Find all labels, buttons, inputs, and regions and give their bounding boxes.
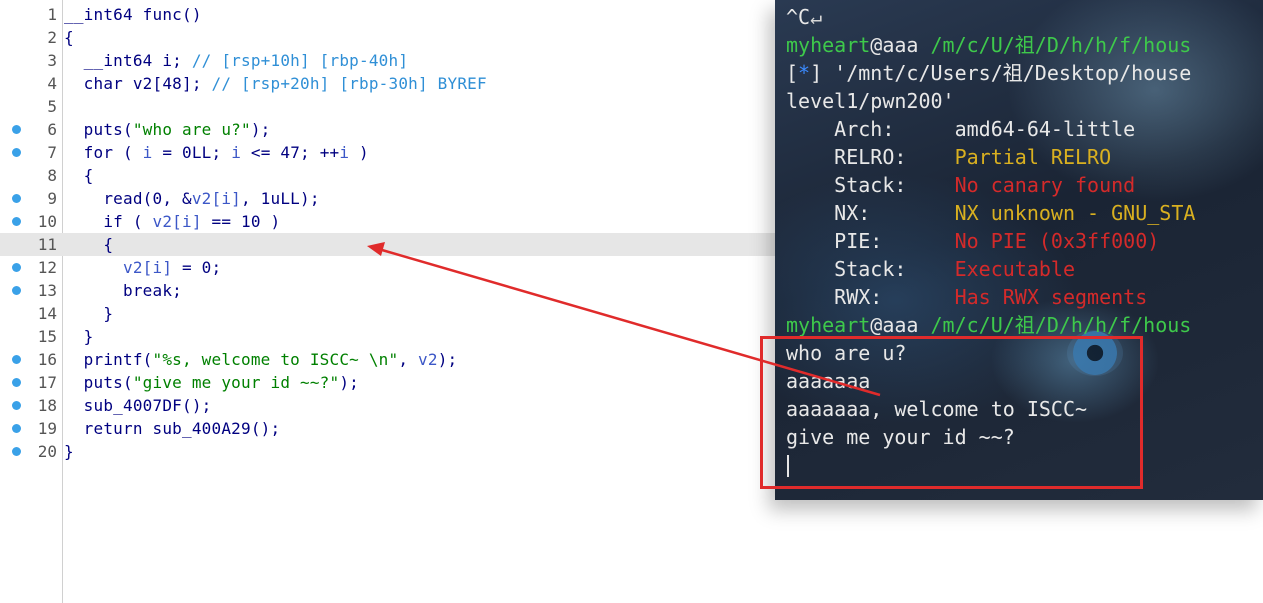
code-text: { (64, 28, 74, 47)
code-line[interactable]: 13 break; (0, 279, 776, 302)
breakpoint-dot-icon[interactable] (12, 355, 21, 364)
code-text: { (83, 166, 94, 185)
code-text: __int64 func() (64, 5, 202, 24)
line-number: 17 (37, 373, 57, 392)
code-text: puts("give me your id ~~?"); (83, 373, 360, 392)
breakpoint-dot-icon[interactable] (12, 424, 21, 433)
code-text: printf("%s, welcome to ISCC~ \n", v2); (83, 350, 458, 369)
code-line[interactable]: 16 printf("%s, welcome to ISCC~ \n", v2)… (0, 348, 776, 371)
line-number: 15 (37, 327, 57, 346)
line-number: 19 (37, 419, 57, 438)
terminal-line: Stack: Executable (786, 257, 1075, 281)
code-line[interactable]: 3 __int64 i; // [rsp+10h] [rbp-40h] (0, 49, 776, 72)
terminal-line: ^C↵ (786, 5, 823, 29)
line-number: 14 (37, 304, 57, 323)
code-line[interactable]: 15 } (0, 325, 776, 348)
code-line[interactable]: 19 return sub_400A29(); (0, 417, 776, 440)
terminal-line: PIE: No PIE (0x3ff000) (786, 229, 1160, 253)
line-number: 7 (47, 143, 57, 162)
code-text: v2[i] = 0; (123, 258, 222, 277)
breakpoint-dot-icon[interactable] (12, 447, 21, 456)
breakpoint-dot-icon[interactable] (12, 401, 21, 410)
line-number: 1 (47, 5, 57, 24)
breakpoint-dot-icon[interactable] (12, 125, 21, 134)
terminal-line: myheart@aaa /m/c/U/祖/D/h/h/f/hous (786, 313, 1192, 337)
line-number: 3 (47, 51, 57, 70)
code-line[interactable]: 20} (0, 440, 776, 463)
code-text: if ( v2[i] == 10 ) (103, 212, 281, 231)
terminal-line: RELRO: Partial RELRO (786, 145, 1112, 169)
code-text: break; (123, 281, 182, 300)
code-line[interactable]: 17 puts("give me your id ~~?"); (0, 371, 776, 394)
code-line[interactable]: 1 __int64 func() (0, 3, 776, 26)
breakpoint-dot-icon[interactable] (12, 378, 21, 387)
code-line[interactable]: 18 sub_4007DF(); (0, 394, 776, 417)
line-number: 9 (47, 189, 57, 208)
breakpoint-dot-icon[interactable] (12, 194, 21, 203)
breakpoint-dot-icon[interactable] (12, 148, 21, 157)
code-text: return sub_400A29(); (83, 419, 281, 438)
code-line[interactable]: 11 { (0, 233, 776, 256)
code-text: __int64 i; // [rsp+10h] [rbp-40h] (83, 51, 409, 70)
line-number: 6 (47, 120, 57, 139)
line-number: 16 (37, 350, 57, 369)
line-number: 8 (47, 166, 57, 185)
code-text: puts("who are u?"); (83, 120, 271, 139)
terminal-line: NX: NX unknown - GNU_STA (786, 201, 1196, 225)
line-number: 5 (47, 97, 57, 116)
code-text: sub_4007DF(); (83, 396, 212, 415)
code-text: { (103, 235, 114, 254)
terminal-line: Arch: amd64-64-little (786, 117, 1136, 141)
code-line[interactable]: 4 char v2[48]; // [rsp+20h] [rbp-30h] BY… (0, 72, 776, 95)
terminal-line: level1/pwn200' (786, 89, 955, 113)
annotation-box (760, 336, 1143, 489)
breakpoint-dot-icon[interactable] (12, 217, 21, 226)
code-line[interactable]: 8 { (0, 164, 776, 187)
breakpoint-dot-icon[interactable] (12, 286, 21, 295)
code-text: } (64, 442, 74, 461)
line-number: 12 (37, 258, 57, 277)
code-text: } (83, 327, 94, 346)
code-text: char v2[48]; // [rsp+20h] [rbp-30h] BYRE… (83, 74, 487, 93)
line-number: 2 (47, 28, 57, 47)
code-line[interactable]: 14 } (0, 302, 776, 325)
line-number: 13 (37, 281, 57, 300)
line-number: 10 (37, 212, 57, 231)
breakpoint-dot-icon[interactable] (12, 263, 21, 272)
code-line[interactable]: 10 if ( v2[i] == 10 ) (0, 210, 776, 233)
code-line[interactable]: 2{ (0, 26, 776, 49)
code-text: for ( i = 0LL; i <= 47; ++i ) (83, 143, 369, 162)
code-text: read(0, &v2[i], 1uLL); (103, 189, 320, 208)
line-number: 11 (37, 235, 57, 254)
terminal-line: Stack: No canary found (786, 173, 1136, 197)
line-number: 20 (37, 442, 57, 461)
code-text: } (103, 304, 114, 323)
line-number: 18 (37, 396, 57, 415)
code-line[interactable]: 9 read(0, &v2[i], 1uLL); (0, 187, 776, 210)
pseudocode-panel: 1 __int64 func() 2{3 __int64 i; // [rsp+10… (0, 0, 776, 603)
code-line[interactable]: 12 v2[i] = 0; (0, 256, 776, 279)
code-line[interactable]: 5 (0, 95, 776, 118)
terminal-line: [*] '/mnt/c/Users/祖/Desktop/house (786, 61, 1192, 85)
code-line[interactable]: 7 for ( i = 0LL; i <= 47; ++i ) (0, 141, 776, 164)
terminal-line: myheart@aaa /m/c/U/祖/D/h/h/f/hous (786, 33, 1192, 57)
line-number: 4 (47, 74, 57, 93)
code-line[interactable]: 6 puts("who are u?"); (0, 118, 776, 141)
terminal-line: RWX: Has RWX segments (786, 285, 1148, 309)
